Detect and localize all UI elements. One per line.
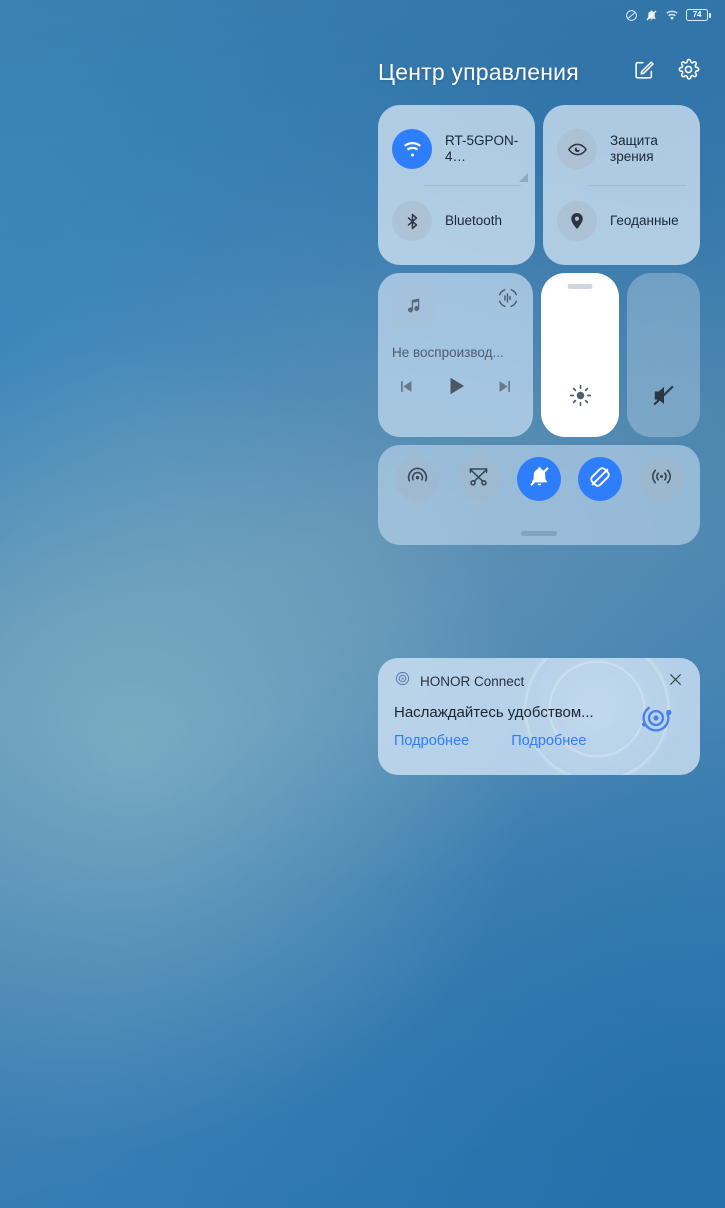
eye-comfort-label: Защита зрения: [610, 132, 658, 164]
connect-app-name: HONOR Connect: [420, 673, 525, 689]
honor-connect-card[interactable]: HONOR Connect Наслаждайтесь удобством...…: [378, 658, 700, 775]
bell-muted-icon: [645, 9, 658, 22]
slider-grabber[interactable]: [567, 284, 593, 289]
toggle-nfc[interactable]: [639, 457, 683, 501]
volume-slider[interactable]: [627, 273, 700, 437]
expand-arrow-icon[interactable]: [519, 173, 528, 182]
toggle-bluetooth[interactable]: Bluetooth: [378, 185, 535, 257]
gear-icon[interactable]: [677, 58, 700, 86]
connect-card-header: HONOR Connect: [394, 670, 684, 692]
scissors-screenshot-icon: [467, 465, 490, 493]
brightness-sun-icon: [568, 383, 593, 413]
toggle-rotation-lock[interactable]: [578, 457, 622, 501]
location-pin-icon: [557, 201, 597, 241]
page-title: Центр управления: [378, 58, 579, 85]
status-bar: 74: [0, 0, 725, 30]
media-controls: [392, 374, 519, 403]
brightness-slider[interactable]: [541, 273, 619, 437]
rotation-lock-icon: [588, 465, 612, 494]
volume-muted-icon: [651, 383, 676, 413]
cast-icon: [406, 465, 429, 493]
bluetooth-label: Bluetooth: [445, 212, 503, 228]
toggle-cards-row: RT-5GPON-4… Bluetooth Защита зрения Геод…: [378, 105, 700, 265]
honor-connect-logo-icon: [634, 696, 678, 745]
wifi-icon: [665, 9, 679, 22]
connect-action-secondary[interactable]: Подробнее: [511, 733, 586, 749]
toggle-wifi[interactable]: RT-5GPON-4…: [378, 113, 535, 185]
toggle-eye-comfort[interactable]: Защита зрения: [543, 113, 700, 185]
skip-next-icon[interactable]: [496, 377, 515, 401]
music-note-icon: [405, 296, 423, 319]
connect-action-primary[interactable]: Подробнее: [394, 733, 469, 749]
control-center-header: Центр управления: [378, 58, 700, 86]
play-icon[interactable]: [444, 374, 468, 403]
connectivity-card: RT-5GPON-4… Bluetooth: [378, 105, 535, 265]
audio-output-icon[interactable]: [497, 287, 519, 314]
album-art-placeholder: [392, 285, 436, 329]
skip-previous-icon[interactable]: [396, 377, 415, 401]
panel-drag-handle[interactable]: [521, 531, 557, 536]
close-icon[interactable]: [667, 671, 684, 693]
wifi-icon: [392, 129, 432, 169]
nfc-icon: [650, 465, 673, 493]
media-title-label: Не воспроизвод...: [392, 345, 504, 360]
toggle-screenshot[interactable]: [456, 457, 500, 501]
quick-toggles-panel: [378, 445, 700, 545]
honor-connect-icon: [394, 670, 411, 692]
media-player-card[interactable]: Не воспроизвод...: [378, 273, 533, 437]
media-and-sliders-row: Не воспроизвод...: [378, 273, 700, 437]
toggle-location[interactable]: Геоданные: [543, 185, 700, 257]
dnd-slash-icon: [625, 9, 638, 22]
battery-indicator: 74: [686, 9, 711, 21]
edit-square-icon[interactable]: [633, 59, 655, 86]
location-label: Геоданные: [610, 212, 679, 228]
eye-comfort-icon: [557, 129, 597, 169]
toggle-screencast[interactable]: [395, 457, 439, 501]
bell-muted-icon: [528, 465, 551, 493]
wifi-ssid-label: RT-5GPON-4…: [445, 132, 519, 164]
toggle-silent-mode[interactable]: [517, 457, 561, 501]
bluetooth-icon: [392, 201, 432, 241]
battery-percent-label: 74: [692, 10, 702, 19]
display-location-card: Защита зрения Геоданные: [543, 105, 700, 265]
